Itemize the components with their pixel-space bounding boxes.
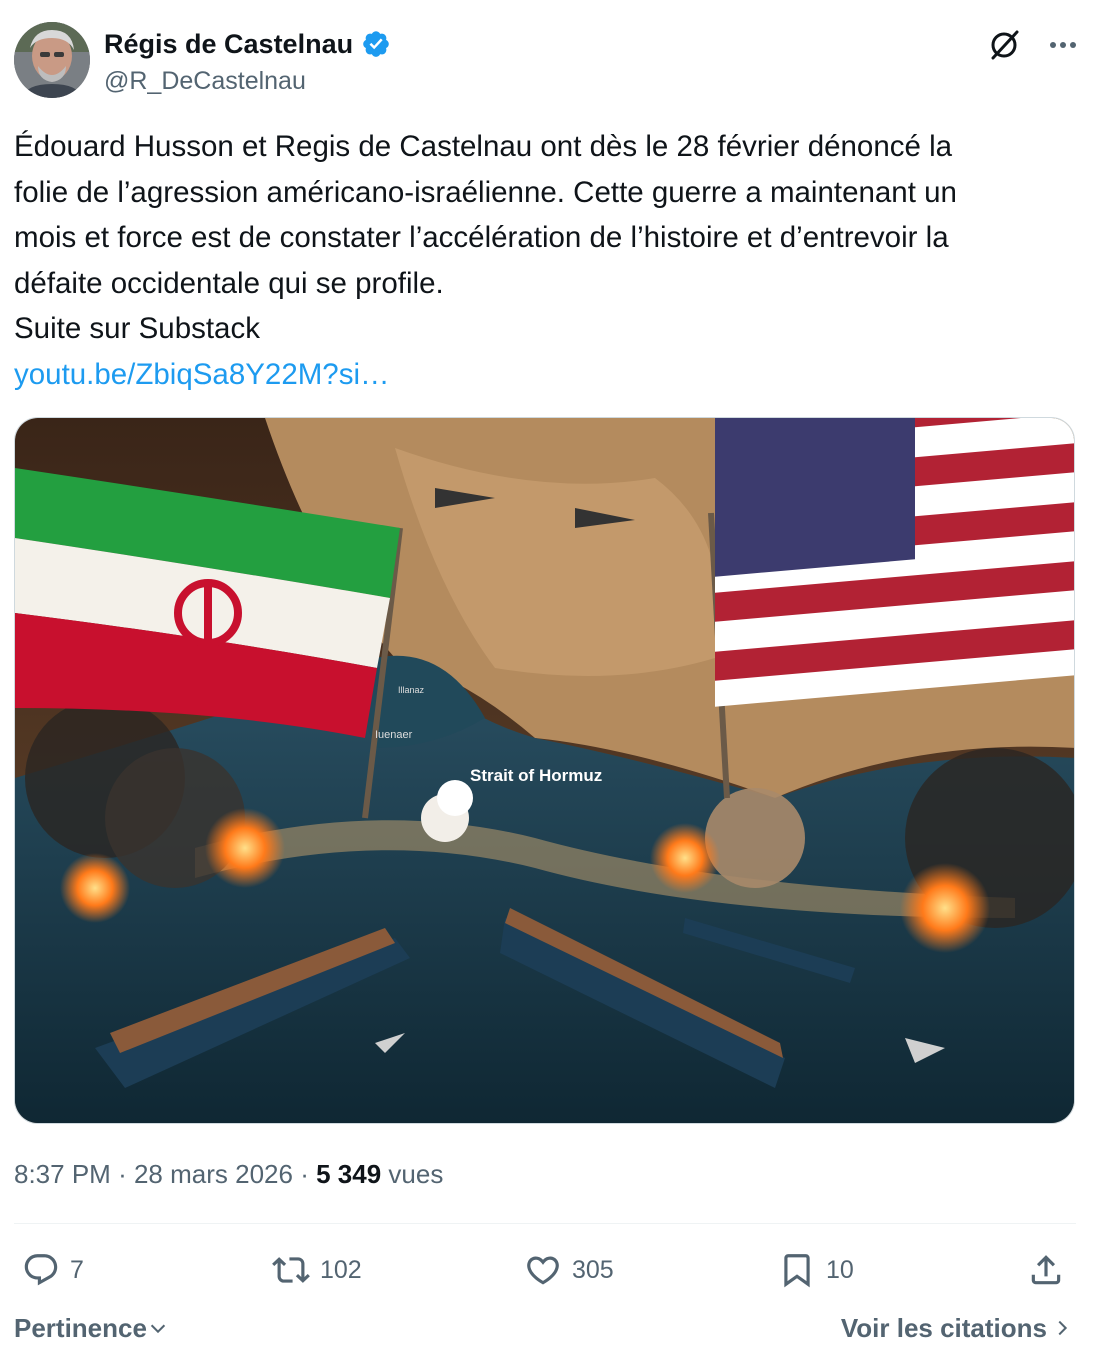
share-icon bbox=[1031, 1255, 1061, 1285]
action-bar: 7 102 305 10 bbox=[14, 1243, 1076, 1297]
reply-icon bbox=[24, 1254, 58, 1286]
grok-icon[interactable] bbox=[987, 28, 1021, 62]
verified-badge-icon bbox=[363, 31, 389, 57]
tweet-text-line: défaite occidentale qui se profile. bbox=[14, 266, 444, 300]
tweet-image[interactable]: Strait of Hormuz Illanaz Iuenaer bbox=[14, 417, 1075, 1124]
tweet-time[interactable]: 8:37 PM bbox=[14, 1159, 111, 1189]
repost-count: 102 bbox=[320, 1255, 362, 1284]
sort-dropdown[interactable]: Pertinence bbox=[14, 1310, 169, 1346]
tweet-header: Régis de Castelnau @R_DeCastelnau bbox=[14, 22, 1081, 100]
quotes-label: Voir les citations bbox=[840, 1313, 1047, 1343]
share-button[interactable] bbox=[1027, 1243, 1065, 1297]
view-count: 5 349 bbox=[316, 1159, 382, 1189]
meta-separator: · bbox=[300, 1159, 309, 1189]
like-count: 305 bbox=[572, 1255, 614, 1284]
repost-icon bbox=[272, 1257, 310, 1283]
author-handle[interactable]: @R_DeCastelnau bbox=[104, 66, 306, 96]
views-label: vues bbox=[388, 1159, 444, 1189]
map-label-small-1: Illanaz bbox=[398, 685, 425, 695]
chevron-down-icon bbox=[150, 1324, 166, 1334]
tweet-text-line: folie de l’agression américano-israélien… bbox=[14, 175, 957, 209]
bookmark-icon bbox=[784, 1254, 810, 1288]
tweet-link[interactable]: youtu.be/ZbiqSa8Y22M?si… bbox=[14, 358, 390, 391]
reply-button[interactable]: 7 bbox=[22, 1243, 84, 1297]
divider bbox=[14, 1223, 1076, 1224]
tweet-date[interactable]: 28 mars 2026 bbox=[134, 1159, 293, 1189]
map-label-small-2: Iuenaer bbox=[375, 729, 413, 741]
repost-button[interactable]: 102 bbox=[272, 1243, 362, 1297]
sort-label: Pertinence bbox=[14, 1313, 147, 1343]
bookmark-button[interactable]: 10 bbox=[778, 1243, 854, 1297]
reply-count: 7 bbox=[70, 1255, 84, 1284]
tweet-text: Édouard Husson et Regis de Castelnau ont… bbox=[14, 124, 1082, 397]
tweet-text-line: Suite sur Substack bbox=[14, 312, 260, 345]
meta-separator: · bbox=[118, 1159, 127, 1189]
tweet-text-line: mois et force est de constater l’accélér… bbox=[14, 221, 949, 254]
bookmark-count: 10 bbox=[826, 1255, 854, 1284]
avatar[interactable] bbox=[14, 22, 90, 98]
tweet-text-line: Édouard Husson et Regis de Castelnau ont… bbox=[14, 130, 953, 163]
more-icon[interactable] bbox=[1047, 30, 1079, 60]
author-name-row[interactable]: Régis de Castelnau bbox=[104, 28, 391, 60]
tweet-meta: 8:37 PM · 28 mars 2026 · 5 349 vues bbox=[14, 1156, 443, 1192]
map-label-strait: Strait of Hormuz bbox=[470, 766, 602, 785]
view-quotes-link[interactable]: Voir les citations bbox=[841, 1310, 1073, 1346]
like-button[interactable]: 305 bbox=[524, 1243, 614, 1297]
like-icon bbox=[527, 1256, 559, 1285]
chevron-right-icon bbox=[1058, 1320, 1068, 1336]
author-name[interactable]: Régis de Castelnau bbox=[104, 28, 353, 60]
